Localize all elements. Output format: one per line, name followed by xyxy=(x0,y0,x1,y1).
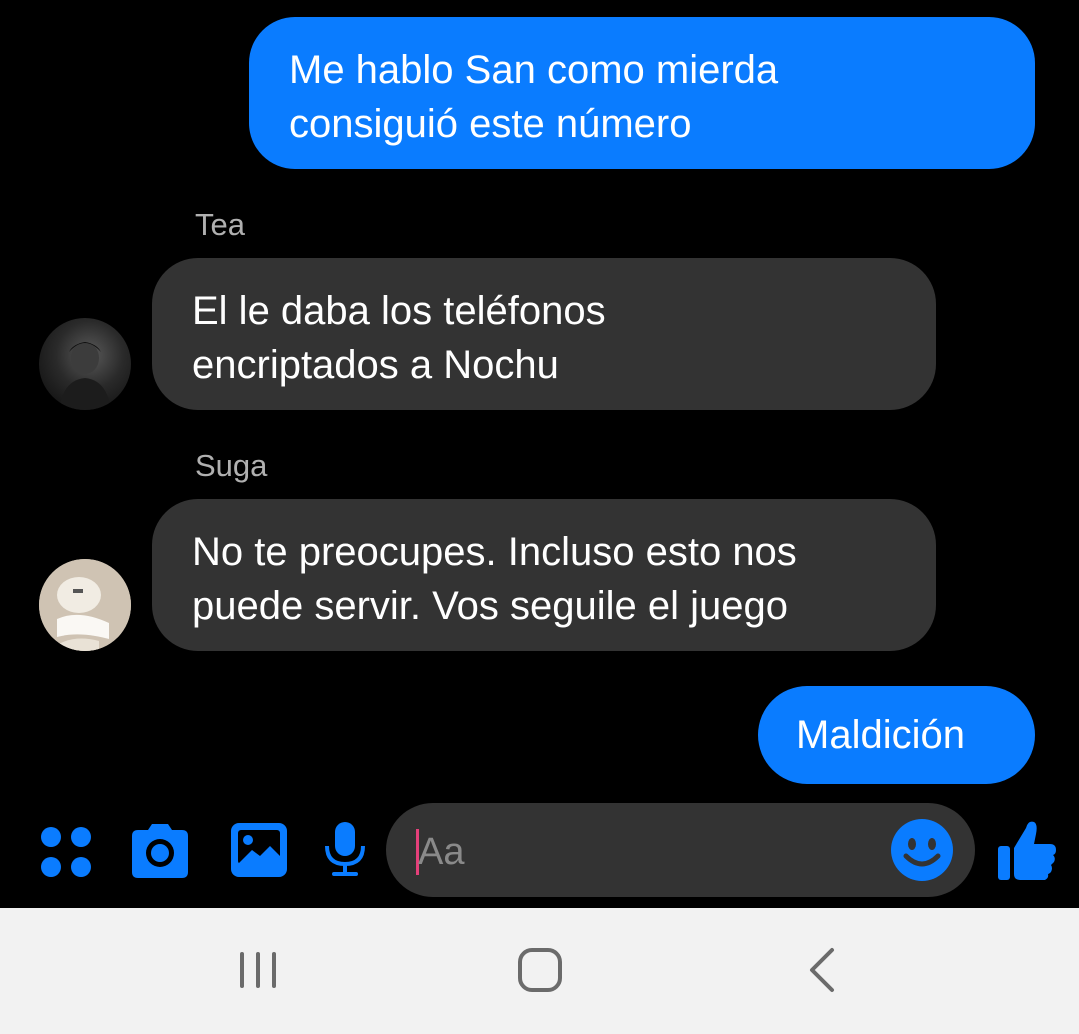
message-input-placeholder: Aa xyxy=(418,831,465,873)
outgoing-message[interactable]: Maldición xyxy=(758,686,1035,784)
camera-icon[interactable] xyxy=(128,822,192,880)
like-icon[interactable] xyxy=(996,818,1058,882)
apps-icon[interactable] xyxy=(38,824,94,880)
avatar[interactable] xyxy=(39,318,131,410)
home-icon[interactable] xyxy=(510,942,570,998)
avatar[interactable] xyxy=(39,559,131,651)
gallery-icon[interactable] xyxy=(228,820,290,880)
incoming-message[interactable]: No te preocupes. Incluso esto nos puede … xyxy=(152,499,936,651)
sender-name: Suga xyxy=(195,448,268,483)
emoji-icon[interactable] xyxy=(890,818,954,882)
sender-name: Tea xyxy=(195,207,245,242)
chat-screen: Me hablo San como mierda consiguió este … xyxy=(0,0,1079,1034)
mic-icon[interactable] xyxy=(322,820,368,880)
outgoing-message[interactable]: Me hablo San como mierda consiguió este … xyxy=(249,17,1035,169)
incoming-message[interactable]: El le daba los teléfonos encriptados a N… xyxy=(152,258,936,410)
message-input[interactable]: Aa xyxy=(386,803,975,897)
back-icon[interactable] xyxy=(798,944,846,996)
recents-icon[interactable] xyxy=(228,948,288,992)
system-navigation-bar xyxy=(0,908,1079,1034)
avatar-photo xyxy=(59,342,111,410)
avatar-photo xyxy=(39,559,131,651)
